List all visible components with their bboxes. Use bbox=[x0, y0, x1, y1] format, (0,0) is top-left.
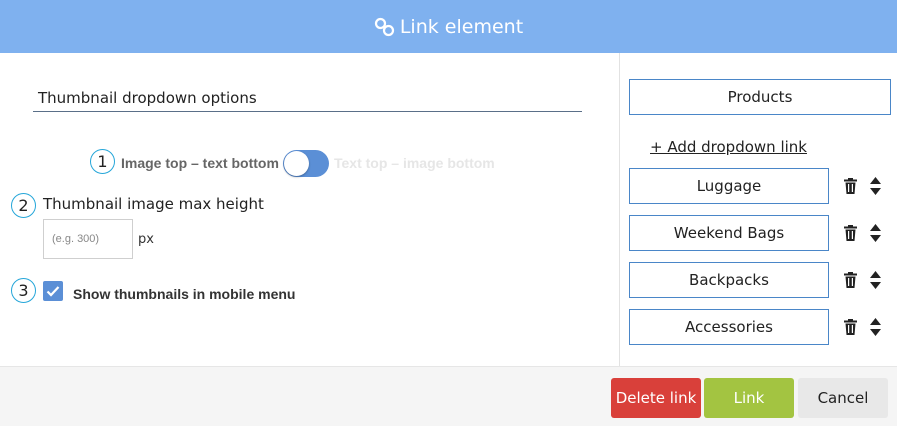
max-height-input[interactable] bbox=[43, 219, 133, 259]
max-height-label: Thumbnail image max height bbox=[43, 195, 264, 213]
dropdown-link-row: Backpacks bbox=[629, 262, 891, 298]
dropdown-link-field[interactable]: Backpacks bbox=[629, 262, 829, 298]
links-pane: Products + Add dropdown link Luggage Wee… bbox=[619, 53, 897, 366]
dropdown-link-field[interactable]: Weekend Bags bbox=[629, 215, 829, 251]
parent-link-field[interactable]: Products bbox=[629, 79, 891, 115]
trash-icon[interactable] bbox=[844, 225, 857, 241]
link-button[interactable]: Link bbox=[704, 378, 794, 418]
delete-link-button[interactable]: Delete link bbox=[611, 378, 701, 418]
section-title: Thumbnail dropdown options bbox=[33, 89, 582, 112]
max-height-unit: px bbox=[138, 232, 154, 247]
step-1-badge: 1 bbox=[90, 149, 115, 174]
layout-option-text-top[interactable]: Text top – image bottom bbox=[334, 155, 495, 171]
reorder-icon[interactable] bbox=[870, 318, 881, 336]
mobile-thumbnails-label[interactable]: Show thumbnails in mobile menu bbox=[73, 286, 295, 302]
link-icon bbox=[374, 16, 396, 38]
dialog-title: Link element bbox=[399, 15, 524, 38]
layout-toggle[interactable] bbox=[283, 150, 329, 177]
step-3-badge: 3 bbox=[11, 278, 36, 303]
dropdown-link-row: Accessories bbox=[629, 309, 891, 345]
dialog-footer: Delete link Link Cancel bbox=[0, 366, 897, 426]
mobile-thumbnails-checkbox[interactable] bbox=[43, 281, 63, 301]
options-pane: Thumbnail dropdown options 1 Image top –… bbox=[0, 53, 619, 366]
cancel-button[interactable]: Cancel bbox=[798, 378, 888, 418]
trash-icon[interactable] bbox=[844, 319, 857, 335]
reorder-icon[interactable] bbox=[870, 177, 881, 195]
layout-option-image-top[interactable]: Image top – text bottom bbox=[121, 155, 279, 171]
trash-icon[interactable] bbox=[844, 272, 857, 288]
trash-icon[interactable] bbox=[844, 178, 857, 194]
dialog-header: Link element bbox=[0, 0, 897, 53]
dropdown-link-row: Weekend Bags bbox=[629, 215, 891, 251]
add-dropdown-link[interactable]: + Add dropdown link bbox=[650, 138, 807, 156]
reorder-icon[interactable] bbox=[870, 224, 881, 242]
step-2-badge: 2 bbox=[11, 193, 36, 218]
dropdown-link-row: Luggage bbox=[629, 168, 891, 204]
toggle-knob bbox=[284, 151, 309, 176]
dropdown-link-field[interactable]: Luggage bbox=[629, 168, 829, 204]
dropdown-link-field[interactable]: Accessories bbox=[629, 309, 829, 345]
checkmark-icon bbox=[46, 286, 60, 297]
reorder-icon[interactable] bbox=[870, 271, 881, 289]
